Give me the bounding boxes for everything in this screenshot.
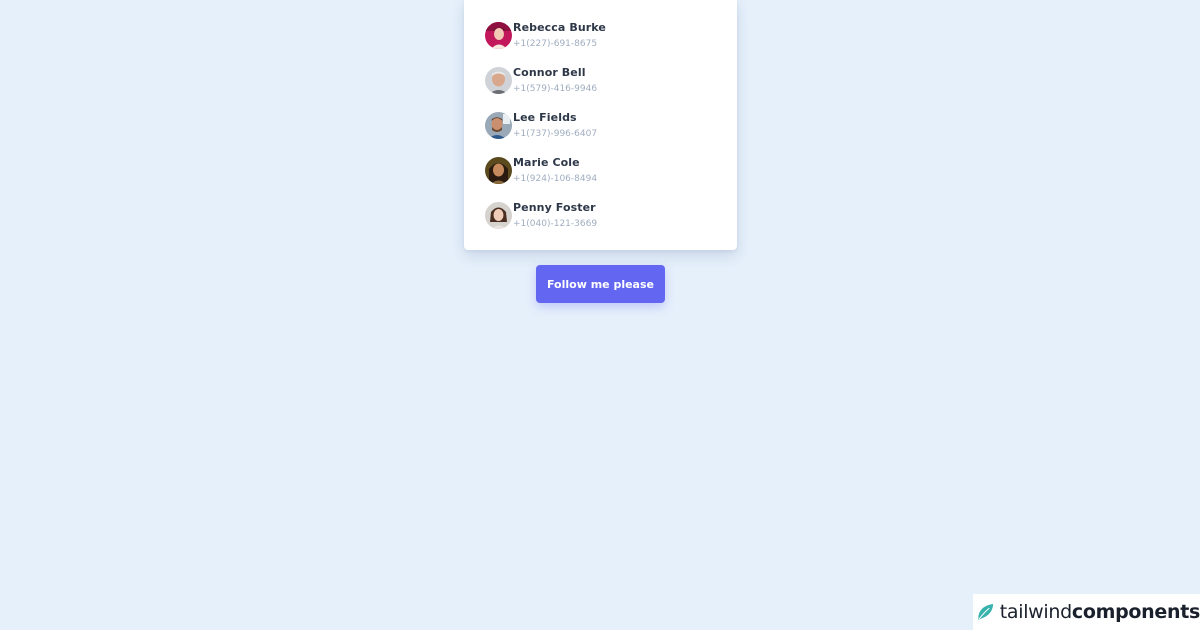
contact-name: Connor Bell <box>513 66 586 79</box>
contact-name: Rebecca Burke <box>513 21 606 34</box>
contact-phone: +1(227)-691-8675 <box>513 39 598 49</box>
contact-phone: +1(924)-106-8494 <box>513 174 598 184</box>
brand-name-bold: components <box>1071 601 1200 623</box>
contact-item[interactable]: Rebecca Burke +1(227)-691-8675 <box>485 21 737 66</box>
contact-text: Penny Foster +1(040)-121-3669 <box>512 201 597 231</box>
contact-item[interactable]: Marie Cole +1(924)-106-8494 <box>485 156 737 201</box>
brand-badge[interactable]: tailwind components <box>973 594 1200 630</box>
avatar <box>485 22 512 49</box>
leaf-icon <box>978 603 994 620</box>
contact-item[interactable]: Connor Bell +1(579)-416-9946 <box>485 66 737 111</box>
follow-button[interactable]: Follow me please <box>536 265 665 303</box>
contact-item[interactable]: Penny Foster +1(040)-121-3669 <box>485 201 737 246</box>
avatar <box>485 112 512 139</box>
contact-name: Penny Foster <box>513 201 596 214</box>
page: Rebecca Burke +1(227)-691-8675 Connor Be… <box>0 0 1200 630</box>
contact-list-card: Rebecca Burke +1(227)-691-8675 Connor Be… <box>464 0 737 250</box>
contact-name: Marie Cole <box>513 156 580 169</box>
contact-phone: +1(579)-416-9946 <box>513 84 598 94</box>
contact-text: Rebecca Burke +1(227)-691-8675 <box>512 21 606 51</box>
contact-item[interactable]: Lee Fields +1(737)-996-6407 <box>485 111 737 156</box>
contact-text: Lee Fields +1(737)-996-6407 <box>512 111 597 141</box>
avatar <box>485 157 512 184</box>
contact-text: Marie Cole +1(924)-106-8494 <box>512 156 597 186</box>
contact-name: Lee Fields <box>513 111 577 124</box>
avatar <box>485 202 512 229</box>
contact-phone: +1(040)-121-3669 <box>513 219 598 229</box>
brand-name-light: tailwind <box>999 601 1072 623</box>
contact-phone: +1(737)-996-6407 <box>513 129 598 139</box>
avatar <box>485 67 512 94</box>
contact-text: Connor Bell +1(579)-416-9946 <box>512 66 597 96</box>
